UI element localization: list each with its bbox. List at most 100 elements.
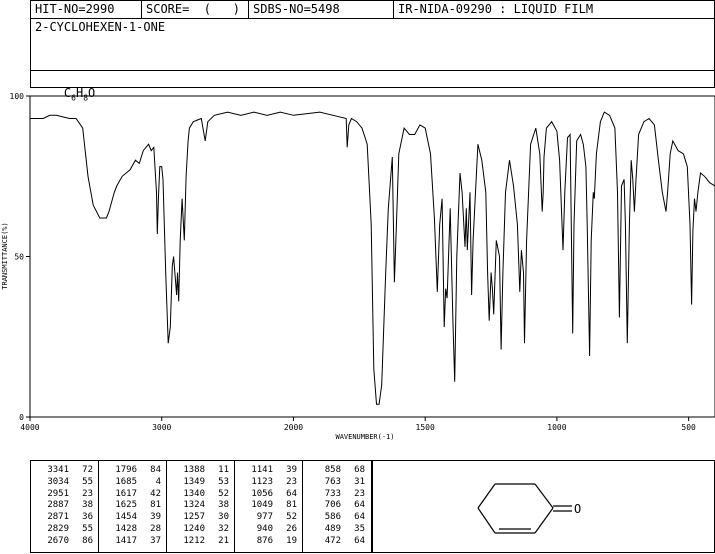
peak-transmittance: 21 — [218, 535, 229, 546]
peak-entry: 1324 38 — [171, 500, 229, 510]
peak-transmittance: 52 — [218, 488, 229, 499]
peak-col-divider — [234, 461, 235, 552]
peak-wavenumber: 489 — [324, 524, 341, 534]
ir-spectrum-chart: 4000 3000 2000 1500 1000 500100500 WAVENUMBER… — [1, 92, 715, 441]
peak-wavenumber: 940 — [256, 524, 273, 534]
peak-entry: 1257 30 — [171, 512, 229, 522]
x-axis-label: WAVENUMBER(-1) — [335, 433, 394, 441]
peak-entry: 1617 42 — [103, 489, 161, 499]
peak-entry: 2829 55 — [35, 524, 93, 534]
peak-wavenumber: 3034 — [47, 476, 69, 487]
peak-entry: 2670 86 — [35, 536, 93, 546]
peak-entry: 1349 53 — [171, 477, 229, 487]
peak-wavenumber: 2951 — [47, 488, 69, 499]
peak-wavenumber: 1625 — [115, 500, 137, 511]
y-tick-label: 100 — [10, 92, 25, 101]
peak-entry: 706 64 — [307, 500, 365, 510]
peak-transmittance: 28 — [150, 524, 161, 534]
peak-transmittance: 31 — [354, 476, 365, 487]
peak-entry: 1428 28 — [103, 524, 161, 534]
peak-entry: 940 26 — [239, 524, 297, 534]
peak-entry: 977 52 — [239, 512, 297, 522]
peak-entry: 1796 84 — [103, 465, 161, 475]
peak-wavenumber: 2829 — [47, 524, 69, 534]
peak-entry: 2887 38 — [35, 500, 93, 510]
peak-entry: 1049 81 — [239, 500, 297, 510]
peak-transmittance: 38 — [82, 500, 93, 511]
bond — [477, 507, 496, 534]
peak-entry: 876 19 — [239, 536, 297, 546]
peak-entry: 586 64 — [307, 512, 365, 522]
peak-transmittance: 37 — [150, 535, 161, 546]
peak-entry: 1340 52 — [171, 489, 229, 499]
peak-wavenumber: 1417 — [115, 535, 137, 546]
peak-wavenumber: 1123 — [251, 476, 273, 487]
peak-transmittance: 55 — [82, 524, 93, 534]
peak-entry: 1123 23 — [239, 477, 297, 487]
cyclohexenone-structure: O — [477, 483, 581, 534]
peak-wavenumber: 1388 — [183, 465, 205, 475]
peak-wavenumber: 1685 — [115, 476, 137, 487]
peak-entry: 1454 39 — [103, 512, 161, 522]
peak-wavenumber: 763 — [324, 476, 341, 487]
peak-wavenumber: 1349 — [183, 476, 205, 487]
peak-transmittance: 52 — [286, 512, 297, 523]
peak-transmittance: 81 — [286, 500, 297, 511]
peak-wavenumber: 1796 — [115, 465, 137, 475]
peak-transmittance: 53 — [218, 476, 229, 487]
peak-entry: 1625 81 — [103, 500, 161, 510]
peak-transmittance: 38 — [218, 500, 229, 511]
peak-wavenumber: 733 — [324, 488, 341, 499]
peak-wavenumber: 2670 — [47, 535, 69, 546]
peak-transmittance: 64 — [354, 500, 365, 511]
peak-transmittance: 86 — [82, 535, 93, 546]
peak-entry: 733 23 — [307, 489, 365, 499]
peak-wavenumber: 1049 — [251, 500, 273, 511]
peak-transmittance: 68 — [354, 465, 365, 475]
peak-wavenumber: 3341 — [47, 465, 69, 475]
plot-frame — [29, 95, 715, 418]
peak-transmittance: 64 — [354, 535, 365, 546]
peak-col-divider — [166, 461, 167, 552]
peak-wavenumber: 977 — [256, 512, 273, 523]
peak-wavenumber: 1454 — [115, 512, 137, 523]
x-tick-label: 1500 — [416, 423, 435, 432]
peak-wavenumber: 2871 — [47, 512, 69, 523]
peak-entry: 489 35 — [307, 524, 365, 534]
peak-wavenumber: 858 — [324, 465, 341, 475]
peak-entry: 3341 72 — [35, 465, 93, 475]
peak-transmittance: 35 — [354, 524, 365, 534]
peak-transmittance: 81 — [150, 500, 161, 511]
y-tick-label: 50 — [14, 253, 24, 262]
peak-transmittance: 84 — [150, 465, 161, 475]
peak-entry: 2951 23 — [35, 489, 93, 499]
peak-entry: 858 68 — [307, 465, 365, 475]
peak-col-divider — [302, 461, 303, 552]
bond — [477, 483, 496, 509]
peak-entry: 1212 21 — [171, 536, 229, 546]
peak-wavenumber: 1240 — [183, 524, 205, 534]
peak-entry: 1388 11 — [171, 465, 229, 475]
peak-transmittance: 42 — [150, 488, 161, 499]
peak-entry: 1141 39 — [239, 465, 297, 475]
x-tick-label: 2000 — [284, 423, 303, 432]
peak-entry: 1056 64 — [239, 489, 297, 499]
peak-wavenumber: 472 — [324, 535, 341, 546]
peak-entry: 2871 36 — [35, 512, 93, 522]
peak-table: 3341 72 3034 55 2951 23 2887 38 2871 36 2829 55 2670… — [30, 460, 372, 553]
x-tick-label: 3000 — [152, 423, 171, 432]
x-tick-label: 500 — [681, 423, 696, 432]
x-tick-label: 4000 — [20, 423, 39, 432]
peak-entry: 1240 32 — [171, 524, 229, 534]
peak-transmittance: 72 — [82, 465, 93, 475]
peak-transmittance: 64 — [354, 512, 365, 523]
peak-transmittance: 23 — [354, 488, 365, 499]
peak-entry: 763 31 — [307, 477, 365, 487]
peak-wavenumber: 706 — [324, 500, 341, 511]
peak-wavenumber: 876 — [256, 535, 273, 546]
x-tick-label: 1000 — [547, 423, 566, 432]
peak-col-divider — [98, 461, 99, 552]
peak-transmittance: 4 — [155, 476, 161, 487]
peak-transmittance: 30 — [218, 512, 229, 523]
peak-transmittance: 55 — [82, 476, 93, 487]
